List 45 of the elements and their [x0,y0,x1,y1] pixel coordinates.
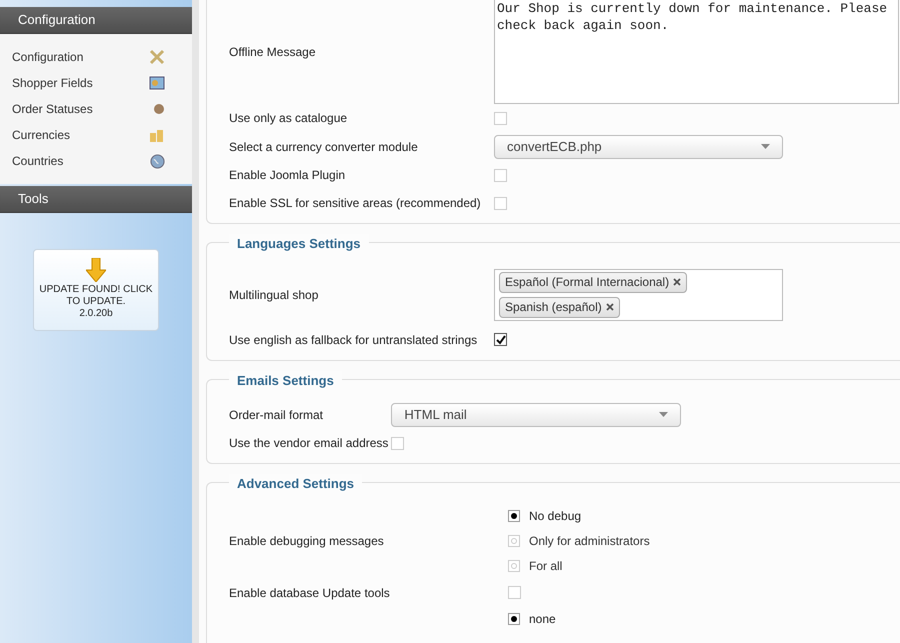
remove-icon[interactable] [606,303,614,311]
field-label: Offline Message [229,45,316,59]
caret-icon [761,144,770,149]
caret-icon [659,412,668,417]
field-label: Enable database Update tools [229,586,390,600]
radio-button[interactable] [508,613,520,625]
form-icon [149,75,165,91]
globe-icon [150,154,165,168]
field-label: Enable Joomla Plugin [229,168,346,182]
sidebar-item[interactable]: Order Statuses [0,96,192,122]
update-message: UPDATE FOUND! CLICK TO UPDATE. [38,284,154,308]
radio-button[interactable] [508,535,520,547]
field-label: Use only as catalogue [229,111,348,125]
field-label: Order-mail format [229,408,324,422]
option-label: Only for administrators [529,533,650,550]
sidebar-item[interactable]: Countries [0,148,192,174]
checkbox[interactable] [494,333,507,346]
message-field[interactable]: Our Shop is currently down for maintenance. Please check back again soon. [494,0,899,104]
field-label: Multilingual shop [229,288,318,302]
remove-icon[interactable] [673,278,682,286]
radio-button[interactable] [508,510,520,522]
field-label: Enable SSL for sensitive areas (recommended) [229,196,481,210]
sidebar-item[interactable]: Shopper Fields [0,70,192,96]
language-tag[interactable]: Español (Formal Internacional) [499,272,688,292]
language-tag[interactable]: Spanish (español) [499,296,620,318]
dropdown-field[interactable]: HTML mail [391,402,682,426]
radio-button[interactable] [508,560,520,572]
update-notice[interactable]: UPDATE FOUND! CLICK TO UPDATE. 2.0.20b [33,249,159,331]
option-label: none [529,611,556,628]
field-label: Use english as fallback for untranslated strings [229,332,478,346]
field-label: Enable debugging messages [229,534,384,548]
coins-icon [149,127,165,143]
option-label: No debug [529,508,582,525]
section-header[interactable]: Tools [0,186,192,213]
tools-icon [149,49,165,65]
sidebar-item[interactable]: Currencies [0,122,192,148]
tag-input-field[interactable]: Español (Formal Internacional) Spanish (español) [494,268,783,320]
section-header[interactable]: Configuration [0,7,192,34]
option-label: For all [529,558,562,575]
field-label: Select a currency converter module [229,140,418,154]
download-arrow-icon [86,258,106,282]
sidebar-item[interactable]: Configuration [0,44,192,70]
dropdown-field[interactable]: convertECB.php [494,134,783,158]
field-label: Use the vendor email address [229,436,388,450]
version-number: 2.0.20b [79,308,113,320]
